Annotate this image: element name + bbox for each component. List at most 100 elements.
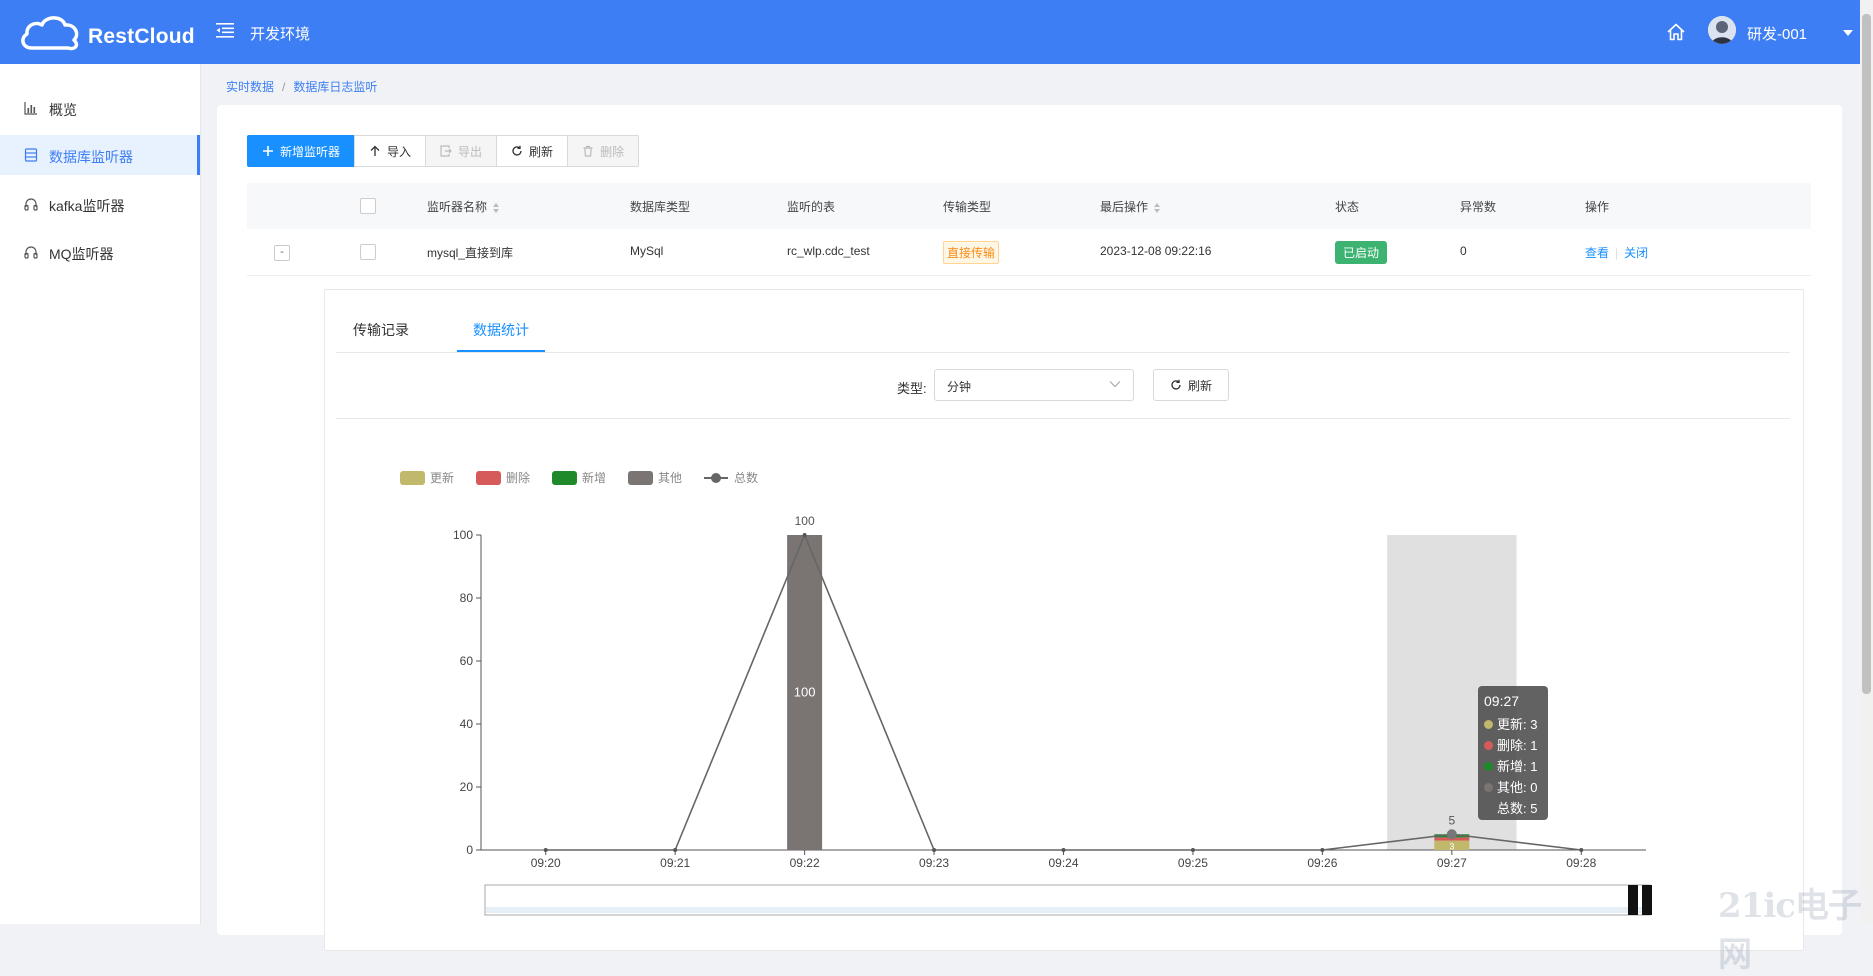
- view-link[interactable]: 查看: [1585, 246, 1609, 260]
- chart-refresh-button[interactable]: 刷新: [1153, 369, 1229, 401]
- chart-tooltip: 09:27 更新: 3 删除: 1 新增: 1 其他: 0 总数: 5: [1478, 686, 1548, 820]
- toolbar: 新增监听器 导入 导出 刷新 删除: [247, 135, 640, 167]
- sidebar-item-mq[interactable]: MQ监听器: [0, 232, 200, 272]
- avatar-image: [1708, 16, 1736, 44]
- sort-icon[interactable]: [493, 203, 500, 213]
- sidebar-item-label: MQ监听器: [49, 246, 114, 262]
- tooltip-row-text: 总数: 5: [1497, 801, 1538, 816]
- top-header: RestCloud 开发环境 研发-001: [0, 0, 1873, 64]
- type-select[interactable]: 分钟: [934, 369, 1134, 401]
- column-header-errors: 异常数: [1460, 200, 1497, 214]
- home-icon[interactable]: [1666, 22, 1686, 42]
- db-type: MySql: [630, 244, 664, 258]
- status-badge: 已启动: [1335, 241, 1388, 264]
- tooltip-row-delete: 删除: 1: [1484, 735, 1537, 754]
- last-op-time: 2023-12-08 09:22:16: [1100, 244, 1212, 258]
- trash-icon: [583, 145, 593, 157]
- refresh-icon: [512, 145, 522, 156]
- tab-transfer-records[interactable]: 传输记录: [353, 320, 409, 340]
- tooltip-row-text: 新增: 1: [1497, 759, 1538, 774]
- scrollbar-thumb[interactable]: [1862, 14, 1871, 694]
- chevron-down-icon: [1109, 381, 1121, 388]
- refresh-icon: [1171, 379, 1181, 390]
- row-actions: 查看 | 关闭: [1585, 244, 1648, 261]
- breadcrumb: 实时数据 / 数据库日志监听: [226, 78, 377, 95]
- add-listener-label: 新增监听器: [280, 144, 341, 159]
- arrow-up-icon: [370, 145, 380, 156]
- listener-name: mysql_直接到库: [427, 246, 514, 260]
- close-link[interactable]: 关闭: [1624, 246, 1648, 260]
- sidebar-item-label: kafka监听器: [49, 198, 125, 214]
- column-header-name[interactable]: 监听器名称: [427, 198, 500, 215]
- cloud-logo-icon: [21, 16, 79, 51]
- sidebar-item-db-listener[interactable]: 数据库监听器: [0, 135, 200, 175]
- user-name[interactable]: 研发-001: [1747, 23, 1807, 44]
- export-icon: [440, 145, 452, 157]
- sidebar-item-kafka[interactable]: kafka监听器: [0, 184, 200, 224]
- import-label: 导入: [387, 144, 412, 159]
- legend-dot: [1484, 762, 1493, 771]
- tooltip-row-text: 其他: 0: [1497, 780, 1538, 795]
- sort-icon[interactable]: [1154, 203, 1161, 213]
- logo-text: RestCloud: [88, 25, 195, 48]
- column-header-label: 监听器名称: [427, 200, 488, 214]
- column-header-last-op[interactable]: 最后操作: [1100, 198, 1161, 215]
- export-label: 导出: [458, 144, 483, 159]
- tooltip-row-text: 删除: 1: [1497, 738, 1538, 753]
- user-avatar[interactable]: [1708, 16, 1736, 44]
- type-select-value: 分钟: [947, 380, 972, 394]
- export-button[interactable]: 导出: [425, 135, 498, 167]
- bar-chart-icon: [24, 102, 37, 115]
- error-count: 0: [1460, 244, 1467, 258]
- column-header-actions: 操作: [1585, 200, 1610, 214]
- menu-fold-icon[interactable]: [216, 22, 234, 38]
- environment-label[interactable]: 开发环境: [250, 23, 310, 44]
- legend-dot: [1484, 741, 1493, 750]
- database-icon: [24, 148, 38, 162]
- tab-data-statistics[interactable]: 数据统计: [473, 320, 529, 340]
- headset-icon: [24, 198, 38, 211]
- transfer-type-tag: 直接传输: [943, 241, 1000, 264]
- delete-button[interactable]: 删除: [567, 135, 640, 167]
- tooltip-row-insert: 新增: 1: [1484, 756, 1537, 775]
- sidebar-item-label: 概览: [49, 102, 77, 118]
- breadcrumb-item-realtime[interactable]: 实时数据: [226, 80, 274, 94]
- add-listener-button[interactable]: 新增监听器: [247, 135, 356, 167]
- chart-refresh-label: 刷新: [1187, 378, 1212, 393]
- caret-down-icon[interactable]: [1843, 30, 1853, 36]
- tooltip-title: 09:27: [1484, 693, 1520, 709]
- collapse-row-button[interactable]: -: [274, 245, 290, 261]
- tooltip-row-other: 其他: 0: [1484, 777, 1537, 796]
- import-button[interactable]: 导入: [354, 135, 427, 167]
- refresh-button[interactable]: 刷新: [496, 135, 569, 167]
- filter-divider: [336, 418, 1790, 419]
- column-header-label: 最后操作: [1100, 200, 1149, 214]
- active-tab-indicator: [457, 350, 545, 352]
- row-checkbox[interactable]: [360, 244, 376, 260]
- type-filter-label: 类型:: [897, 381, 927, 396]
- sidebar-item-label: 数据库监听器: [49, 149, 133, 165]
- column-header-db-type: 数据库类型: [630, 200, 691, 214]
- column-header-transfer-type: 传输类型: [943, 200, 992, 214]
- plus-icon: [263, 146, 273, 156]
- delete-label: 删除: [600, 144, 625, 159]
- sidebar-item-overview[interactable]: 概览: [0, 88, 200, 128]
- tooltip-row-update: 更新: 3: [1484, 714, 1537, 733]
- column-header-status: 状态: [1335, 200, 1360, 214]
- table-row: - mysql_直接到库 MySql rc_wlp.cdc_test 直接传输 …: [247, 229, 1811, 276]
- breadcrumb-item-db-log[interactable]: 数据库日志监听: [293, 80, 377, 94]
- action-separator: |: [1615, 246, 1619, 260]
- select-all-checkbox[interactable]: [360, 198, 376, 214]
- legend-dot: [1484, 720, 1493, 729]
- legend-dot: [1484, 783, 1493, 792]
- sidebar: 概览 数据库监听器 kafka监听器 MQ监听器: [0, 64, 201, 924]
- legend-dot: [1484, 804, 1493, 813]
- tooltip-row-total: 总数: 5: [1484, 798, 1537, 817]
- tabs-divider: [336, 352, 1790, 353]
- tooltip-row-text: 更新: 3: [1497, 717, 1538, 732]
- refresh-label: 刷新: [529, 144, 554, 159]
- breadcrumb-separator: /: [282, 80, 286, 94]
- headset-icon: [24, 246, 38, 259]
- column-header-table: 监听的表: [787, 200, 836, 214]
- listened-table: rc_wlp.cdc_test: [787, 244, 870, 258]
